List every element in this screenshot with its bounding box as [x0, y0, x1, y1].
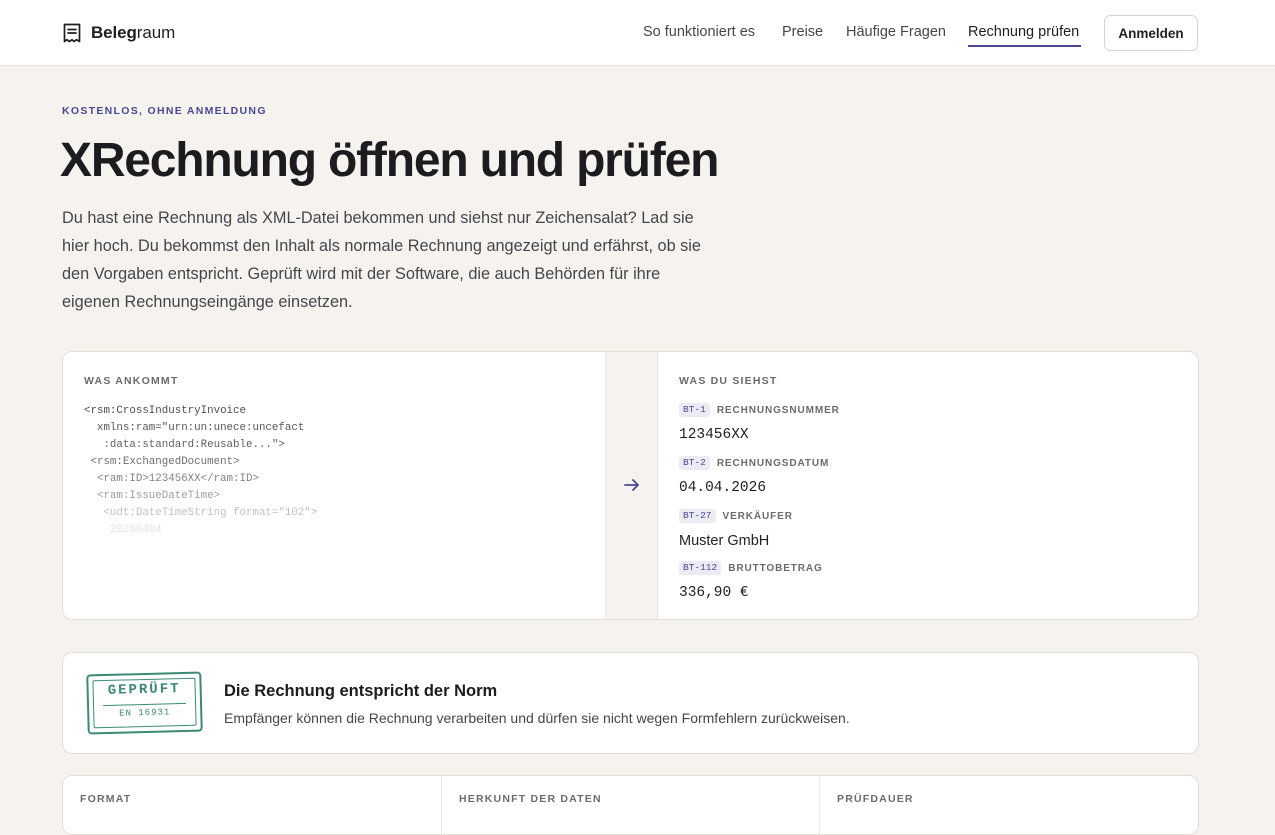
field-tag: BT-1: [679, 403, 710, 417]
field-invoice-date: BT-2 RECHNUNGSDATUM 04.04.2026: [679, 456, 829, 497]
raw-xml-pane: WAS ANKOMMT <rsm:CrossIndustryInvoice xm…: [63, 352, 605, 619]
code-line: xmlns:ram="urn:un:unece:uncefact: [84, 422, 305, 434]
info-format: FORMAT: [63, 776, 441, 834]
arrow-divider: [605, 352, 658, 619]
field-label: RECHNUNGSDATUM: [716, 457, 830, 469]
arrow-right-icon: [623, 477, 641, 498]
info-row: FORMAT HERKUNFT DER DATEN PRÜFDAUER: [62, 775, 1199, 835]
field-gross-amount: BT-112 BRUTTOBETRAG 336,90 €: [679, 561, 823, 602]
xml-code-snippet: <rsm:CrossIndustryInvoice xmlns:ram="urn…: [84, 403, 317, 539]
raw-xml-label: WAS ANKOMMT: [84, 375, 179, 387]
rendered-invoice-label: WAS DU SIEHST: [679, 375, 778, 387]
nav-active-indicator: [968, 45, 1081, 47]
field-tag: BT-2: [679, 456, 710, 470]
field-value: 123456XX: [679, 427, 749, 443]
code-line: <ram:ID>123456XX</ram:ID>: [84, 473, 259, 485]
rendered-invoice-pane: WAS DU SIEHST BT-1 RECHNUNGSNUMMER 123456…: [658, 352, 1198, 619]
code-line: <rsm:ExchangedDocument>: [84, 456, 240, 468]
field-value: 336,90 €: [679, 585, 749, 601]
field-tag: BT-27: [679, 509, 716, 523]
brand-logo[interactable]: Belegraum: [62, 21, 175, 45]
field-invoice-number: BT-1 RECHNUNGSNUMMER 123456XX: [679, 403, 840, 444]
site-header: Belegraum So funktioniert es Preise Häuf…: [0, 0, 1275, 66]
field-tag: BT-112: [679, 561, 722, 575]
field-seller: BT-27 VERKÄUFER Muster GmbH: [679, 509, 793, 550]
comparison-card: WAS ANKOMMT <rsm:CrossIndustryInvoice xm…: [62, 351, 1199, 620]
info-data-origin: HERKUNFT DER DATEN: [441, 776, 819, 834]
result-title: Die Rechnung entspricht der Norm: [224, 682, 498, 700]
field-label: BRUTTOBETRAG: [728, 562, 823, 574]
info-check-duration: PRÜFDAUER: [819, 776, 1198, 834]
page-title: XRechnung öffnen und prüfen: [60, 134, 719, 187]
hero-eyebrow: KOSTENLOS, OHNE ANMELDUNG: [62, 105, 267, 117]
brand-name-rest: raum: [136, 23, 176, 42]
nav-pricing[interactable]: Preise: [782, 22, 823, 42]
verified-stamp: GEPRÜFT EN 16931: [86, 671, 203, 735]
receipt-icon: [62, 22, 82, 44]
brand-name: Belegraum: [91, 23, 175, 43]
field-label: VERKÄUFER: [722, 510, 793, 522]
code-line: <ram:IssueDateTime>: [84, 490, 221, 502]
brand-name-bold: Beleg: [91, 23, 137, 42]
nav-check-invoice[interactable]: Rechnung prüfen: [968, 22, 1079, 42]
info-label: PRÜFDAUER: [837, 793, 914, 805]
hero-lead: Du hast eine Rechnung als XML-Datei beko…: [62, 209, 701, 311]
info-label: HERKUNFT DER DATEN: [459, 793, 602, 805]
code-line: :data:standard:Reusable...">: [84, 439, 285, 451]
code-line: 20260404: [84, 524, 162, 536]
nav-how-it-works[interactable]: So funktioniert es: [643, 22, 755, 42]
stamp-title: GEPRÜFT: [107, 681, 181, 699]
code-line: <rsm:CrossIndustryInvoice: [84, 405, 246, 417]
field-label: RECHNUNGSNUMMER: [716, 404, 840, 416]
result-description: Empfänger können die Rechnung verarbeite…: [224, 710, 850, 726]
validation-result-card: GEPRÜFT EN 16931 Die Rechnung entspricht…: [62, 652, 1199, 754]
code-line: <udt:DateTimeString format="102">: [84, 507, 318, 519]
nav-faq[interactable]: Häufige Fragen: [846, 22, 946, 42]
field-value: 04.04.2026: [679, 480, 767, 496]
field-value: Muster GmbH: [679, 533, 770, 549]
info-label: FORMAT: [80, 793, 132, 805]
login-button[interactable]: Anmelden: [1104, 15, 1198, 51]
